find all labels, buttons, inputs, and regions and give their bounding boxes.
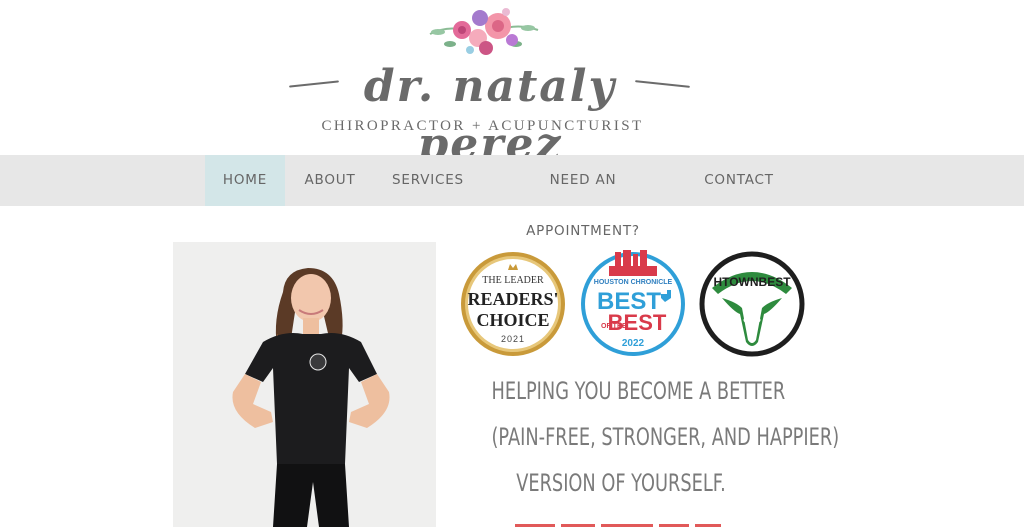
page: dr. nataly perez CHIROPRACTOR + ACUPUNCT…	[0, 0, 1024, 527]
nav-item-about[interactable]: ABOUT	[290, 155, 370, 206]
badge-htown-label: HTOWNBEST	[713, 275, 791, 289]
badge-leader-top: THE LEADER	[482, 275, 544, 286]
headline-line-2: (PAIN-FREE, STRONGER, AND HAPPIER)	[491, 423, 840, 451]
doctor-photo-illustration	[173, 242, 436, 527]
badge-chronicle-line2: BEST	[608, 310, 667, 335]
main-nav: HOME ABOUT SERVICES NEED AN APPOINTMENT?…	[0, 155, 1024, 239]
nav-item-contact[interactable]: CONTACT	[693, 155, 785, 206]
badge-leader-year: 2021	[501, 334, 525, 344]
badge-leader-line1: READERS'	[467, 289, 558, 309]
floral-logo-illustration	[429, 8, 539, 55]
logo-tagline: CHIROPRACTOR + ACUPUNCTURIST	[321, 118, 644, 134]
readers-choice-badge: THE LEADER READERS' CHOICE 2021	[461, 252, 565, 356]
logo-wordmark[interactable]: dr. nataly perez	[285, 58, 695, 170]
nav-item-appointment[interactable]: NEED AN APPOINTMENT?	[492, 155, 674, 239]
hero-headline: HELPING YOU BECOME A BETTER (PAIN-FREE, …	[491, 368, 840, 506]
badge-chronicle-year: 2022	[622, 338, 645, 349]
badge-leader-line2: CHOICE	[476, 310, 549, 330]
doctor-photo	[173, 242, 436, 527]
nav-item-home[interactable]: HOME	[205, 155, 285, 206]
headline-line-1: HELPING YOU BECOME A BETTER	[491, 377, 786, 405]
best-of-the-best-badge: HOUSTON CHRONICLE BEST OF THE BEST 2022	[581, 250, 685, 356]
cut-off-red-text	[515, 520, 725, 527]
headline-line-3: VERSION OF YOURSELF.	[516, 469, 726, 497]
badge-chronicle-top: HOUSTON CHRONICLE	[594, 279, 673, 286]
htownbest-badge: HTOWNBEST	[699, 251, 805, 357]
nav-item-services[interactable]: SERVICES	[382, 155, 474, 206]
